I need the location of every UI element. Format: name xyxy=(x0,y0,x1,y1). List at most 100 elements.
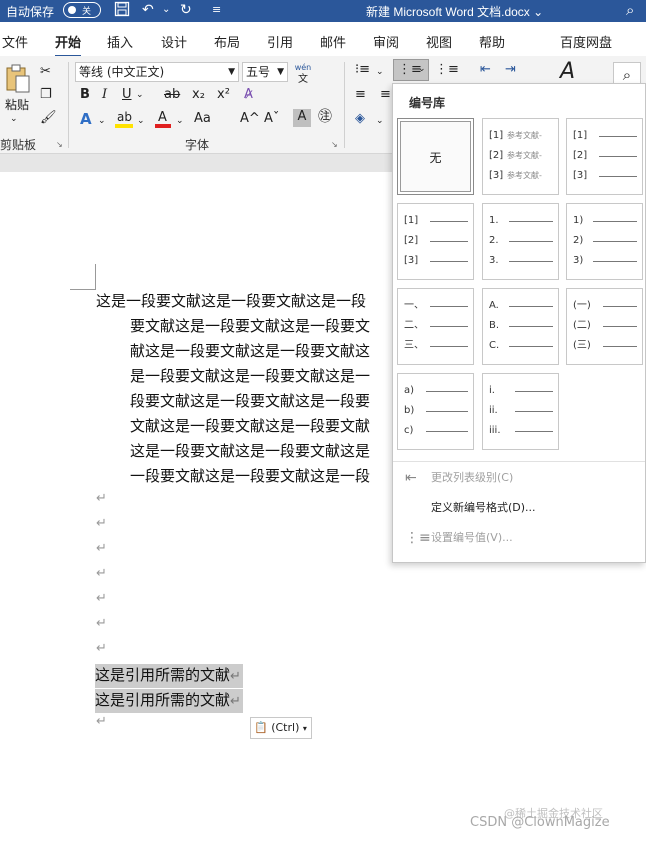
enclose-characters-icon[interactable]: ㊟ xyxy=(318,109,332,125)
italic-button[interactable]: I xyxy=(102,87,107,103)
chevron-down-icon: ▼ xyxy=(228,67,235,77)
center-icon[interactable]: ≡ xyxy=(380,87,391,103)
bullets-dropdown-icon[interactable]: ⌄ xyxy=(376,64,384,80)
font-launcher-icon[interactable]: ↘ xyxy=(331,140,338,149)
superscript-button[interactable]: x² xyxy=(217,87,230,103)
toggle-state: 关 xyxy=(82,7,92,17)
search-icon[interactable]: ⌕ xyxy=(626,1,634,19)
save-icon[interactable] xyxy=(114,1,130,22)
paste-label[interactable]: 粘贴 xyxy=(5,96,29,113)
font-name-value: 等线 (中文正文) xyxy=(79,65,165,79)
copy-icon[interactable]: ❐ xyxy=(40,87,52,103)
grow-font-button[interactable]: A^ xyxy=(240,111,260,127)
paragraph-line[interactable]: 是一段要文献这是一段要文献这是一 xyxy=(130,366,370,386)
clipboard-group-label: 剪贴板 xyxy=(0,138,37,152)
underline-button[interactable]: U xyxy=(122,87,132,103)
tab-design[interactable]: 设计 xyxy=(161,32,187,51)
numbering-format-tile[interactable]: A. B. C. xyxy=(482,288,559,365)
paste-options-button[interactable]: 📋 (Ctrl) ▾ xyxy=(250,717,312,739)
font-size-value: 五号 xyxy=(246,65,271,79)
tab-home[interactable]: 开始 xyxy=(55,32,82,57)
numbering-format-tile[interactable]: 1) 2) 3) xyxy=(566,203,643,280)
reference-line-selected[interactable]: 这是引用所需的文献↵ xyxy=(95,664,243,688)
none-label: 无 xyxy=(429,151,442,165)
tab-insert[interactable]: 插入 xyxy=(107,32,133,51)
tab-view[interactable]: 视图 xyxy=(426,32,452,51)
tab-review[interactable]: 审阅 xyxy=(373,32,399,51)
numbering-format-tile[interactable]: [1] 参考文献- [2] 参考文献- [3] 参考文献- xyxy=(482,118,559,195)
increase-indent-icon[interactable]: ⇥ xyxy=(505,62,516,78)
text-effects-dropdown-icon[interactable]: ⌄ xyxy=(98,113,106,129)
paragraph-line[interactable]: 一段要文献这是一段要文献这是一段 xyxy=(130,466,370,486)
list-level-icon: ⇤ xyxy=(405,470,417,486)
underline-dropdown-icon[interactable]: ⌄ xyxy=(136,87,144,103)
text-effects-icon[interactable]: A xyxy=(80,111,92,127)
numbering-format-tile[interactable]: a) b) c) xyxy=(397,373,474,450)
numbering-format-tile[interactable]: [1] [2] [3] xyxy=(397,203,474,280)
bullets-icon[interactable]: ⁝≡ xyxy=(355,62,370,78)
shading-icon[interactable]: ◈ xyxy=(355,111,365,127)
tab-references[interactable]: 引用 xyxy=(267,32,293,51)
toggle-knob xyxy=(68,6,76,14)
font-name-combo[interactable]: 等线 (中文正文) ▼ xyxy=(75,62,239,82)
numbering-format-tile[interactable]: (一) (二) (三) xyxy=(566,288,643,365)
numbering-format-tile[interactable]: 1. 2. 3. xyxy=(482,203,559,280)
character-shading-button[interactable]: A xyxy=(293,109,311,127)
highlight-color-button[interactable]: ab xyxy=(114,110,134,128)
paste-options-label: (Ctrl) xyxy=(271,721,300,734)
phonetic-guide-icon[interactable]: wén 文 xyxy=(293,61,313,85)
align-left-icon[interactable]: ≡ xyxy=(355,87,366,103)
change-case-button[interactable]: Aa xyxy=(194,111,211,127)
paragraph-line[interactable]: 要文献这是一段要文献这是一段要文 xyxy=(130,316,370,336)
cut-icon[interactable]: ✂ xyxy=(40,64,51,80)
font-size-combo[interactable]: 五号 ▼ xyxy=(242,62,288,82)
clipboard-icon: 📋 xyxy=(254,721,268,734)
tab-file[interactable]: 文件 xyxy=(2,32,28,51)
multilevel-list-icon[interactable]: ⋮≡ xyxy=(435,62,459,78)
highlight-dropdown-icon[interactable]: ⌄ xyxy=(137,113,145,129)
paste-dropdown-icon[interactable]: ⌄ xyxy=(10,114,18,124)
paste-icon[interactable] xyxy=(4,64,32,94)
clear-formatting-icon[interactable]: A̷ xyxy=(244,87,253,103)
autosave-toggle[interactable]: 关 xyxy=(63,2,101,18)
numbering-format-tile[interactable]: 一、 二、 三、 xyxy=(397,288,474,365)
customize-toolbar-icon[interactable]: ≡ xyxy=(212,1,221,19)
document-title: 新建 Microsoft Word 文档.docx ⌄ xyxy=(366,5,544,19)
numbering-button[interactable]: ⋮≡ ⌄ xyxy=(393,59,429,81)
subscript-button[interactable]: x₂ xyxy=(192,87,205,103)
tab-help[interactable]: 帮助 xyxy=(479,32,505,51)
numbering-format-tile[interactable]: i. ii. iii. xyxy=(482,373,559,450)
shrink-font-button[interactable]: Aˇ xyxy=(264,111,279,127)
paragraph-line[interactable]: 献这是一段要文献这是一段要文献这 xyxy=(130,341,370,361)
shading-dropdown-icon[interactable]: ⌄ xyxy=(376,113,384,129)
undo-dropdown-icon[interactable]: ⌄ xyxy=(162,1,170,19)
styles-icon[interactable]: A xyxy=(560,61,575,83)
reference-line-selected[interactable]: 这是引用所需的文献↵ xyxy=(95,689,243,713)
paragraph-mark: ↵ xyxy=(96,566,107,581)
search-icon: ⌕ xyxy=(622,66,632,84)
paragraph-line[interactable]: 段要文献这是一段要文献这是一段要 xyxy=(130,391,370,411)
tab-baidu-netdisk[interactable]: 百度网盘 xyxy=(560,32,612,51)
clipboard-launcher-icon[interactable]: ↘ xyxy=(56,140,63,149)
paragraph-line[interactable]: 这是一段要文献这是一段要文献这是 xyxy=(130,441,370,461)
numbering-format-tile[interactable]: [1] [2] [3] xyxy=(566,118,643,195)
bold-button[interactable]: B xyxy=(80,87,90,103)
tab-layout[interactable]: 布局 xyxy=(214,32,240,51)
font-color-dropdown-icon[interactable]: ⌄ xyxy=(176,113,184,129)
numbering-none-tile[interactable]: 无 xyxy=(397,118,474,195)
change-list-level-item[interactable]: ⇤ 更改列表级别(C) xyxy=(393,464,645,492)
format-painter-icon[interactable]: 🖌 xyxy=(40,110,57,126)
font-color-button[interactable]: A xyxy=(154,110,172,128)
chevron-down-icon: ⌄ xyxy=(418,64,426,74)
tab-mailings[interactable]: 邮件 xyxy=(320,32,346,51)
undo-icon[interactable]: ↶ xyxy=(142,1,154,19)
paragraph-mark: ↵ xyxy=(96,714,107,729)
set-numbering-value-item[interactable]: ⋮≡ 设置编号值(V)... xyxy=(393,524,645,552)
paragraph-line[interactable]: 文献这是一段要文献这是一段要文献 xyxy=(130,416,370,436)
redo-icon[interactable]: ↻ xyxy=(180,1,192,19)
define-new-number-format-item[interactable]: 定义新编号格式(D)... xyxy=(393,494,645,522)
decrease-indent-icon[interactable]: ⇤ xyxy=(480,62,491,78)
paragraph-mark: ↵ xyxy=(96,616,107,631)
paragraph-line[interactable]: 这是一段要文献这是一段要文献这是一段 xyxy=(96,291,366,311)
strikethrough-button[interactable]: ab xyxy=(164,87,180,103)
